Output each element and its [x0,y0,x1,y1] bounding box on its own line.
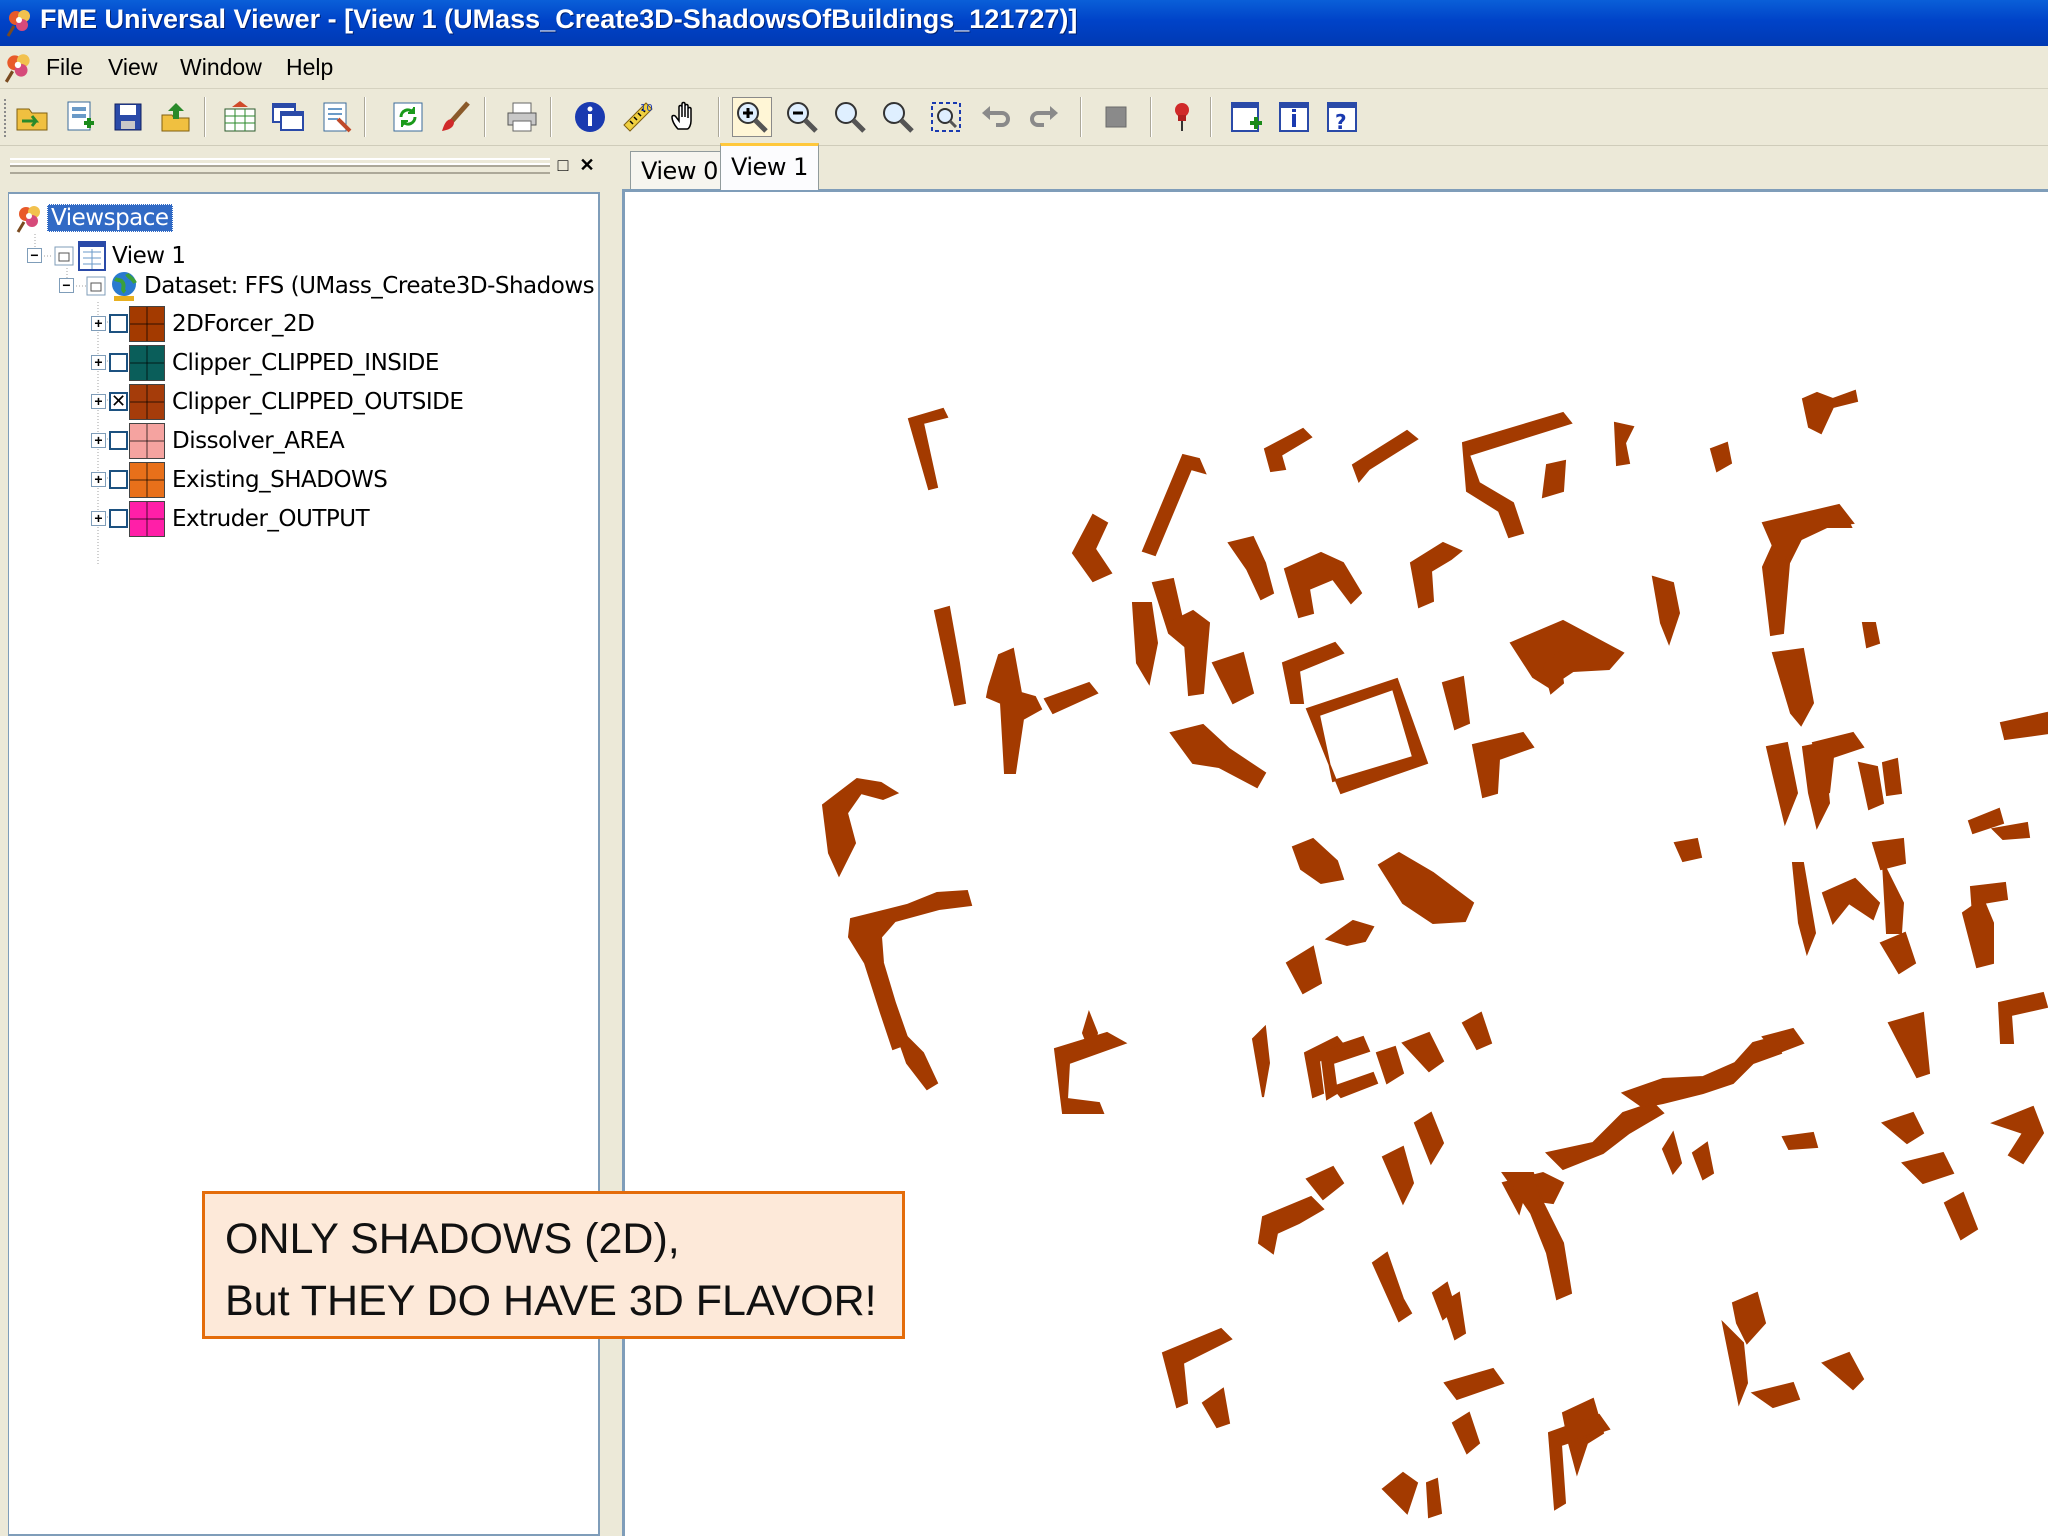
globe-dataset-icon [112,272,137,301]
zoom-in-icon[interactable] [732,97,772,137]
menu-bar: File View Window Help [0,46,2048,89]
toolbar-separator [1150,97,1152,137]
toolbar-separator [550,97,552,137]
zoom-previous-icon[interactable] [878,97,918,137]
svg-text:?: ? [1335,110,1347,134]
title-bar: FME Universal Viewer - [View 1 (UMass_Cr… [0,0,2048,46]
tab-view0[interactable]: View 0 [630,151,729,190]
toolbar-separator [1210,97,1212,137]
tree-layer-clipped-outside[interactable]: Clipper_CLIPPED_OUTSIDE [169,386,466,418]
visibility-toggle-icon[interactable] [85,275,107,297]
layer-label[interactable]: Clipper_CLIPPED_OUTSIDE [169,389,466,415]
toolbar-grip[interactable] [4,99,10,137]
info-icon[interactable] [570,97,610,137]
print-icon[interactable] [502,97,542,137]
toolbar-separator [718,97,720,137]
menu-file[interactable]: File [38,52,91,83]
layer-label[interactable]: Dissolver_AREA [169,428,347,454]
layer-checkbox[interactable]: ✕ [109,392,128,411]
undo-icon[interactable] [976,97,1016,137]
layer-color-swatch [129,501,165,537]
refresh-icon[interactable] [388,97,428,137]
fme-flower-icon [6,10,30,37]
annotation-callout: ONLY SHADOWS (2D), But THEY DO HAVE 3D F… [202,1191,905,1339]
measure-icon[interactable]: 10 [618,97,658,137]
redo-icon[interactable] [1024,97,1064,137]
layer-color-swatch [129,423,165,459]
svg-text:10: 10 [640,103,653,114]
zoom-out-icon[interactable] [782,97,822,137]
layer-checkbox[interactable] [109,509,128,528]
windows-icon[interactable] [268,97,308,137]
layer-label[interactable]: Extruder_OUTPUT [169,506,372,532]
expand-layer-icon[interactable]: + [91,316,106,331]
expand-layer-icon[interactable]: + [91,472,106,487]
brush-icon[interactable] [436,97,476,137]
layer-color-swatch [129,462,165,498]
query-info-icon[interactable] [1274,97,1314,137]
add-dataset-icon[interactable] [60,97,100,137]
toolbar: 10 ? [0,89,2048,146]
callout-line-2: But THEY DO HAVE 3D FLAVOR! [225,1277,877,1325]
window-title: FME Universal Viewer - [View 1 (UMass_Cr… [40,4,1078,34]
open-dataset-icon[interactable] [12,97,52,137]
expand-layer-icon[interactable]: + [91,433,106,448]
tree-layer-extruder[interactable]: Extruder_OUTPUT [169,503,372,535]
zoom-icon[interactable] [830,97,870,137]
tree-layer-2dforcer[interactable]: 2DForcer_2D [169,308,317,340]
collapse-view-icon[interactable]: − [27,248,42,263]
layer-color-swatch [129,306,165,342]
export-icon[interactable] [156,97,196,137]
fme-flower-icon [16,206,40,233]
layer-label[interactable]: 2DForcer_2D [169,311,317,337]
panel-grip[interactable] [10,158,550,174]
view-table-icon[interactable] [220,97,260,137]
layer-checkbox[interactable] [109,431,128,450]
expand-layer-icon[interactable]: + [91,355,106,370]
layer-checkbox[interactable] [109,470,128,489]
pan-hand-icon[interactable] [666,97,706,137]
zoom-extents-icon[interactable] [926,97,966,137]
callout-line-1: ONLY SHADOWS (2D), [225,1215,680,1263]
menu-help[interactable]: Help [278,52,341,83]
help-icon[interactable]: ? [1322,97,1362,137]
save-icon[interactable] [108,97,148,137]
menu-window[interactable]: Window [172,52,270,83]
toolbar-separator [364,97,366,137]
tree-layer-clipped-inside[interactable]: Clipper_CLIPPED_INSIDE [169,347,442,379]
view-tabs: View 0 View 1 [624,143,2048,190]
layer-label[interactable]: Existing_SHADOWS [169,467,390,493]
close-icon[interactable]: ✕ [576,154,598,176]
tree-layer-dissolver[interactable]: Dissolver_AREA [169,425,347,457]
new-view-icon[interactable] [1226,97,1266,137]
toolbar-separator [1080,97,1082,137]
collapse-dataset-icon[interactable]: − [59,278,74,293]
expand-layer-icon[interactable]: + [91,511,106,526]
layer-checkbox[interactable] [109,314,128,333]
tree-label-dataset[interactable]: Dataset: FFS (UMass_Create3D-Shadows [141,273,597,299]
tab-view1[interactable]: View 1 [720,143,819,190]
tree-label-viewspace[interactable]: Viewspace [47,204,173,232]
tree-node-viewspace[interactable]: Viewspace [13,202,173,234]
tree-layer-existing-shadows[interactable]: Existing_SHADOWS [169,464,390,496]
expand-layer-icon[interactable]: + [91,394,106,409]
toolbar-separator [484,97,486,137]
float-panel-icon[interactable]: □ [552,154,574,176]
fme-flower-icon[interactable] [2,50,36,84]
visibility-toggle-icon[interactable] [53,245,75,267]
pin-icon[interactable] [1162,97,1202,137]
menu-view[interactable]: View [100,52,165,83]
layer-checkbox[interactable] [109,353,128,372]
layer-color-swatch [129,384,165,420]
view-icon [78,241,106,271]
tree-node-dataset[interactable]: Dataset: FFS (UMass_Create3D-Shadows [85,270,597,302]
tree-node-view1[interactable]: View 1 [53,240,189,272]
properties-icon[interactable] [316,97,356,137]
toolbar-separator [204,97,206,137]
stop-icon[interactable] [1096,97,1136,137]
layer-color-swatch [129,345,165,381]
panel-header: □ ✕ [8,152,608,178]
layer-label[interactable]: Clipper_CLIPPED_INSIDE [169,350,442,376]
tree-label-view[interactable]: View 1 [109,243,189,269]
